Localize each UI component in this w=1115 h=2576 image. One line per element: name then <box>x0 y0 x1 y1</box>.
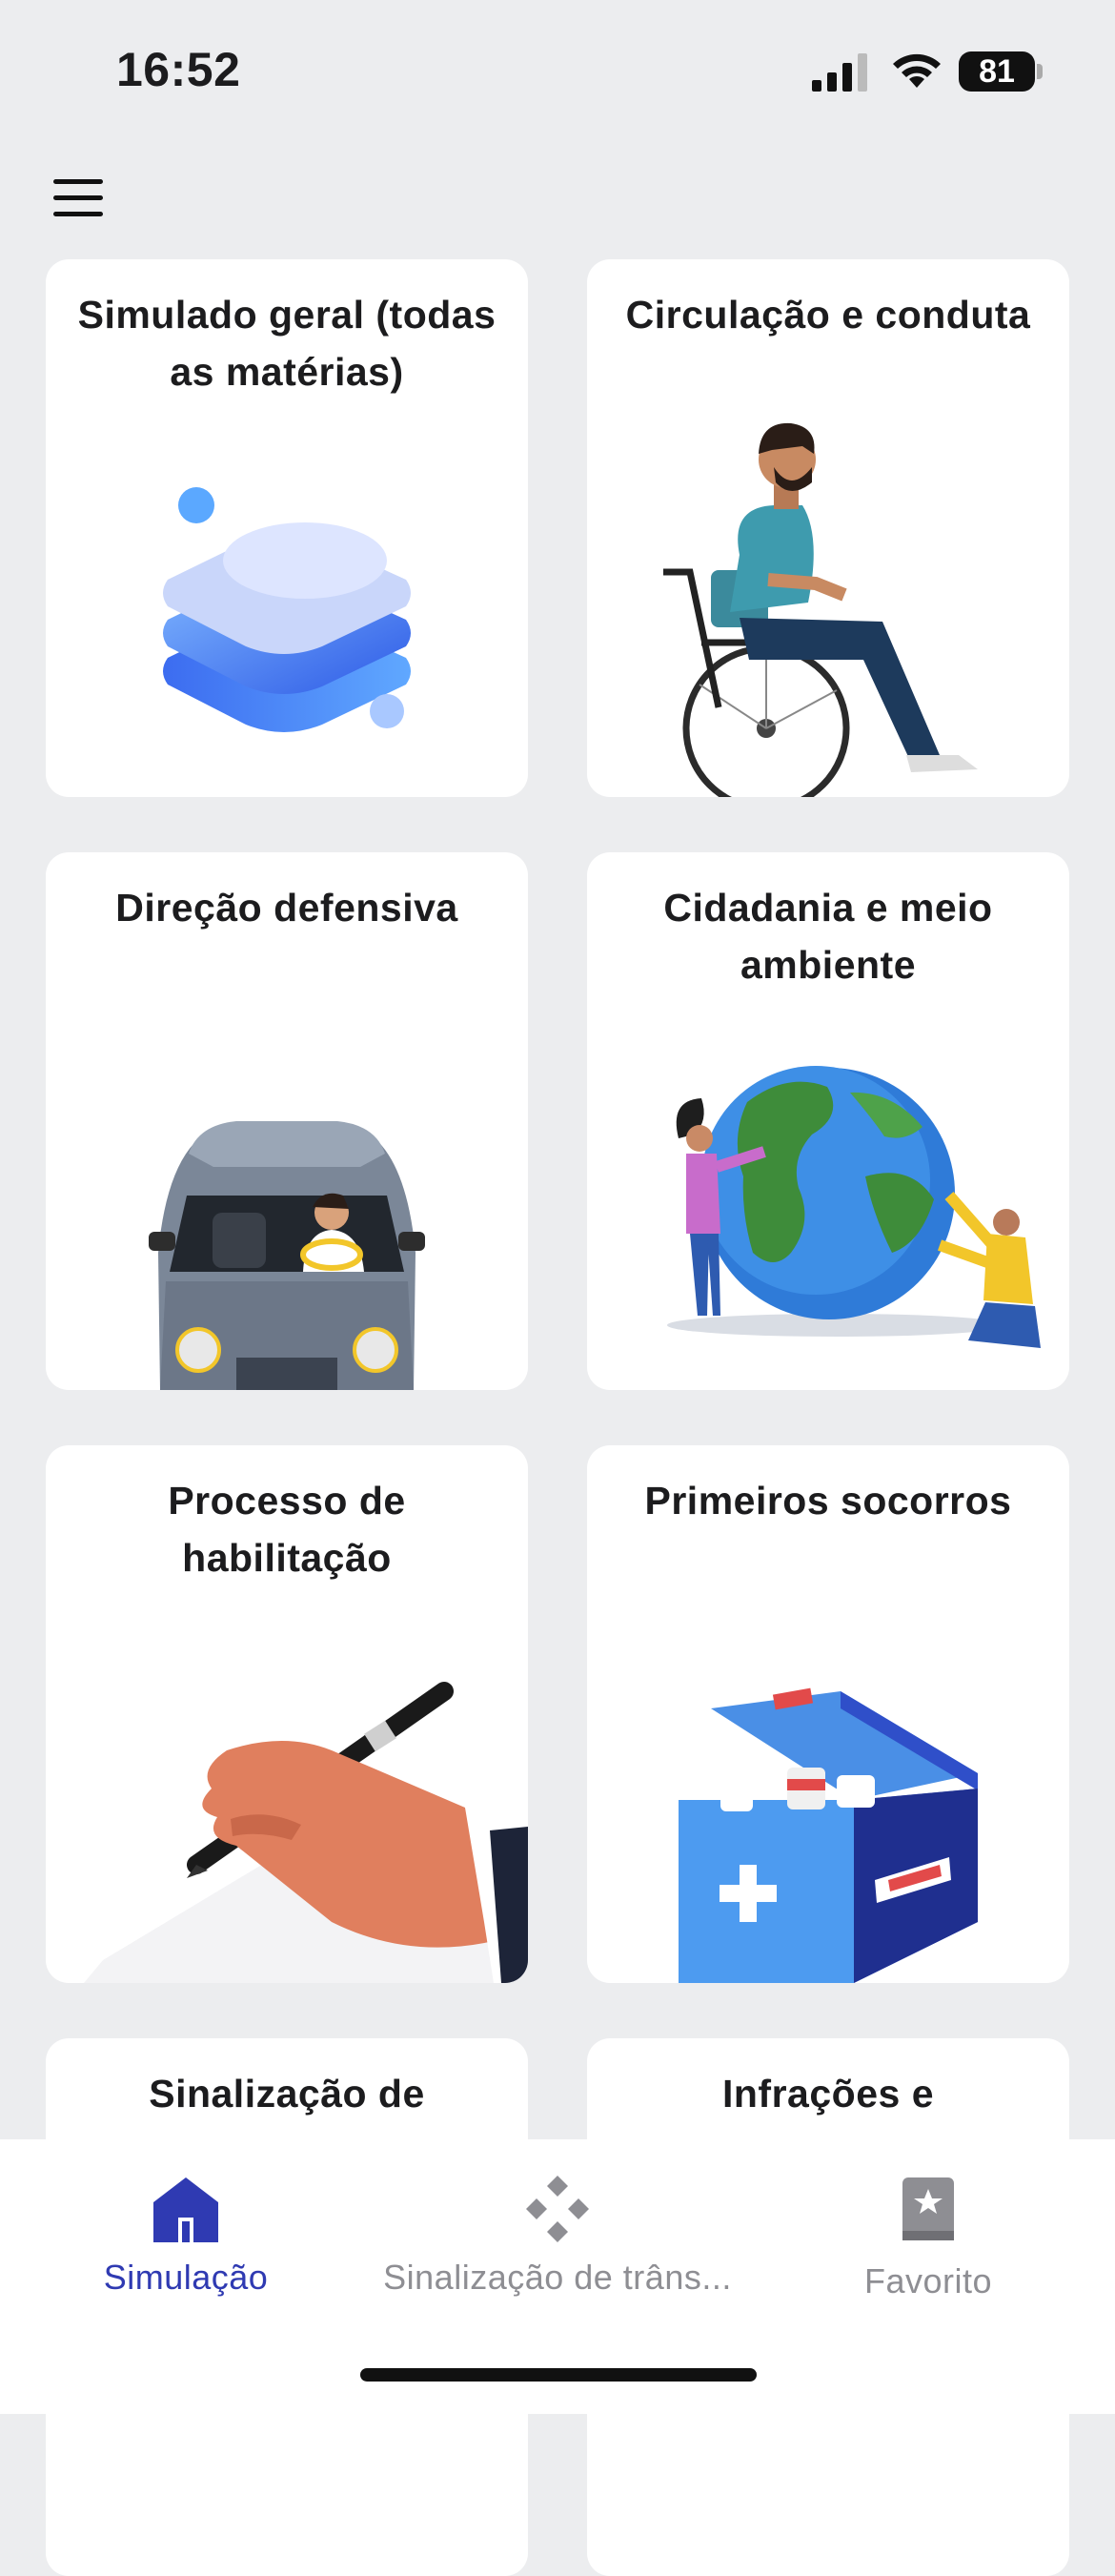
bookmark-book-icon <box>902 2177 954 2240</box>
signal-icon <box>812 53 867 92</box>
home-indicator[interactable] <box>360 2368 757 2382</box>
status-bar: 16:52 81 <box>0 0 1115 143</box>
card-primeiros-socorros[interactable]: Primeiros socorros <box>587 1445 1069 1983</box>
tab-label: Simulação <box>103 2258 269 2297</box>
menu-line <box>53 212 103 216</box>
stacked-layers-icon <box>163 487 411 732</box>
battery-cap <box>1037 64 1043 79</box>
card-direcao-defensiva[interactable]: Direção defensiva <box>46 852 528 1390</box>
tab-label: Favorito <box>863 2261 993 2300</box>
menu-button[interactable] <box>48 170 112 227</box>
battery-icon: 81 <box>959 51 1035 92</box>
status-time: 16:52 <box>116 43 241 96</box>
diamond-signs-icon <box>526 2176 589 2242</box>
menu-line <box>53 179 103 184</box>
tab-favorito[interactable]: Favorito <box>823 2174 1033 2355</box>
tab-simulacao[interactable]: Simulação <box>76 2174 295 2355</box>
wheelchair-user-illustration <box>663 422 978 797</box>
globe-people-illustration <box>667 1066 1041 1348</box>
first-aid-kit-illustration <box>679 1687 978 1983</box>
card-title: Infrações e <box>722 2072 934 2116</box>
tab-label: Sinalização de trâns... <box>383 2258 732 2297</box>
car-driver-illustration <box>149 1121 425 1390</box>
wifi-icon <box>893 53 941 88</box>
tab-sinalizacao-transito[interactable]: Sinalização de trâns... <box>353 2174 762 2355</box>
card-processo-habilitacao[interactable]: Processo de habilitação <box>46 1445 528 1983</box>
card-title: Sinalização de <box>149 2072 425 2116</box>
battery-level: 81 <box>979 52 1015 90</box>
card-cidadania-meio-ambiente[interactable]: Cidadania e meio ambiente <box>587 852 1069 1390</box>
menu-line <box>53 195 103 200</box>
hand-pen-illustration <box>84 1682 528 1983</box>
card-simulado-geral[interactable]: Simulado geral (todas as matérias) <box>46 259 528 797</box>
home-icon <box>153 2177 218 2242</box>
card-circulacao-conduta[interactable]: Circulação e conduta <box>587 259 1069 797</box>
